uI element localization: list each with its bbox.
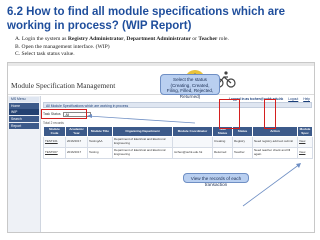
app-screenshot: Module Specification Management MS Menu …	[7, 62, 315, 233]
module-code-cell[interactable]: TEST101	[43, 136, 66, 148]
app-title: Module Specification Management	[11, 81, 116, 90]
view-link[interactable]: View	[297, 136, 313, 148]
sidebar-heading: MS Menu	[9, 97, 39, 102]
task-status-cell: Creating	[212, 136, 233, 148]
step-a: A. Login the system as Registry Administ…	[15, 36, 229, 42]
module-code-cell[interactable]: TEST007	[43, 147, 66, 159]
sidebar-item-wip[interactable]: WIP	[9, 109, 39, 116]
status-highlight-box	[219, 99, 240, 129]
table-row: TEST101 2016/2017 TestingAA Department o…	[43, 136, 313, 148]
action-cell: Need teacher check and fill again	[252, 147, 298, 159]
col-module-title[interactable]: Module Title	[87, 126, 113, 137]
coordinator-cell: tcchen@ouhk.edu.hk	[172, 147, 213, 159]
status-cell: Teacher	[232, 147, 253, 159]
filter-highlight-box	[41, 109, 87, 119]
col-module-spec[interactable]: Module Spec	[297, 126, 313, 137]
status-cell: Registry	[232, 136, 253, 148]
view-link[interactable]: View	[297, 147, 313, 159]
academic-year-cell: 2016/2017	[65, 136, 88, 148]
table-row: TEST007 2016/2017 Testing Department of …	[43, 147, 313, 159]
instruction-steps: A. Login the system as Registry Administ…	[15, 36, 315, 59]
action-cell: Need registry add text submit	[252, 136, 298, 148]
module-table: Module Code Academic Year Module Title O…	[43, 126, 313, 159]
banner-stripe	[8, 63, 314, 66]
step-b: B. Open the management interface. (WIP)	[15, 43, 110, 50]
sidebar-item-search[interactable]: Search	[9, 115, 39, 123]
sidebar-item-report[interactable]: Report	[9, 122, 39, 129]
step-c: C. Select task status value.	[15, 51, 75, 58]
col-module-code[interactable]: Module Code	[43, 126, 66, 137]
coordinator-cell	[172, 136, 213, 148]
view-callout: View the records of each transaction	[183, 173, 249, 187]
department-cell: Department of Electrical and Electronic …	[112, 136, 173, 148]
record-count: Total 2 records	[43, 121, 64, 125]
academic-year-cell: 2016/2017	[65, 147, 88, 159]
col-academic-year[interactable]: Academic Year	[65, 126, 88, 137]
col-organizing-department[interactable]: Organizing Department	[112, 126, 173, 137]
help-link[interactable]: Help	[303, 97, 310, 101]
page-title: 6.2 How to find all module specification…	[7, 6, 285, 32]
module-title-cell: Testing	[87, 147, 113, 159]
department-cell: Department of Electrical and Electronic …	[112, 147, 173, 159]
task-status-cell: Returned	[212, 147, 233, 159]
status-callout: Select the status (Creating, Created, Fi…	[160, 74, 220, 99]
col-module-coordinator[interactable]: Module Coordinator	[172, 126, 213, 137]
logout-link[interactable]: Logout	[288, 97, 298, 101]
module-title-cell: TestingAA	[87, 136, 113, 148]
view-highlight-box	[264, 99, 276, 129]
sidebar: MS Menu Home WIP Search Report	[8, 96, 41, 232]
sidebar-item-home[interactable]: Home	[9, 102, 39, 109]
